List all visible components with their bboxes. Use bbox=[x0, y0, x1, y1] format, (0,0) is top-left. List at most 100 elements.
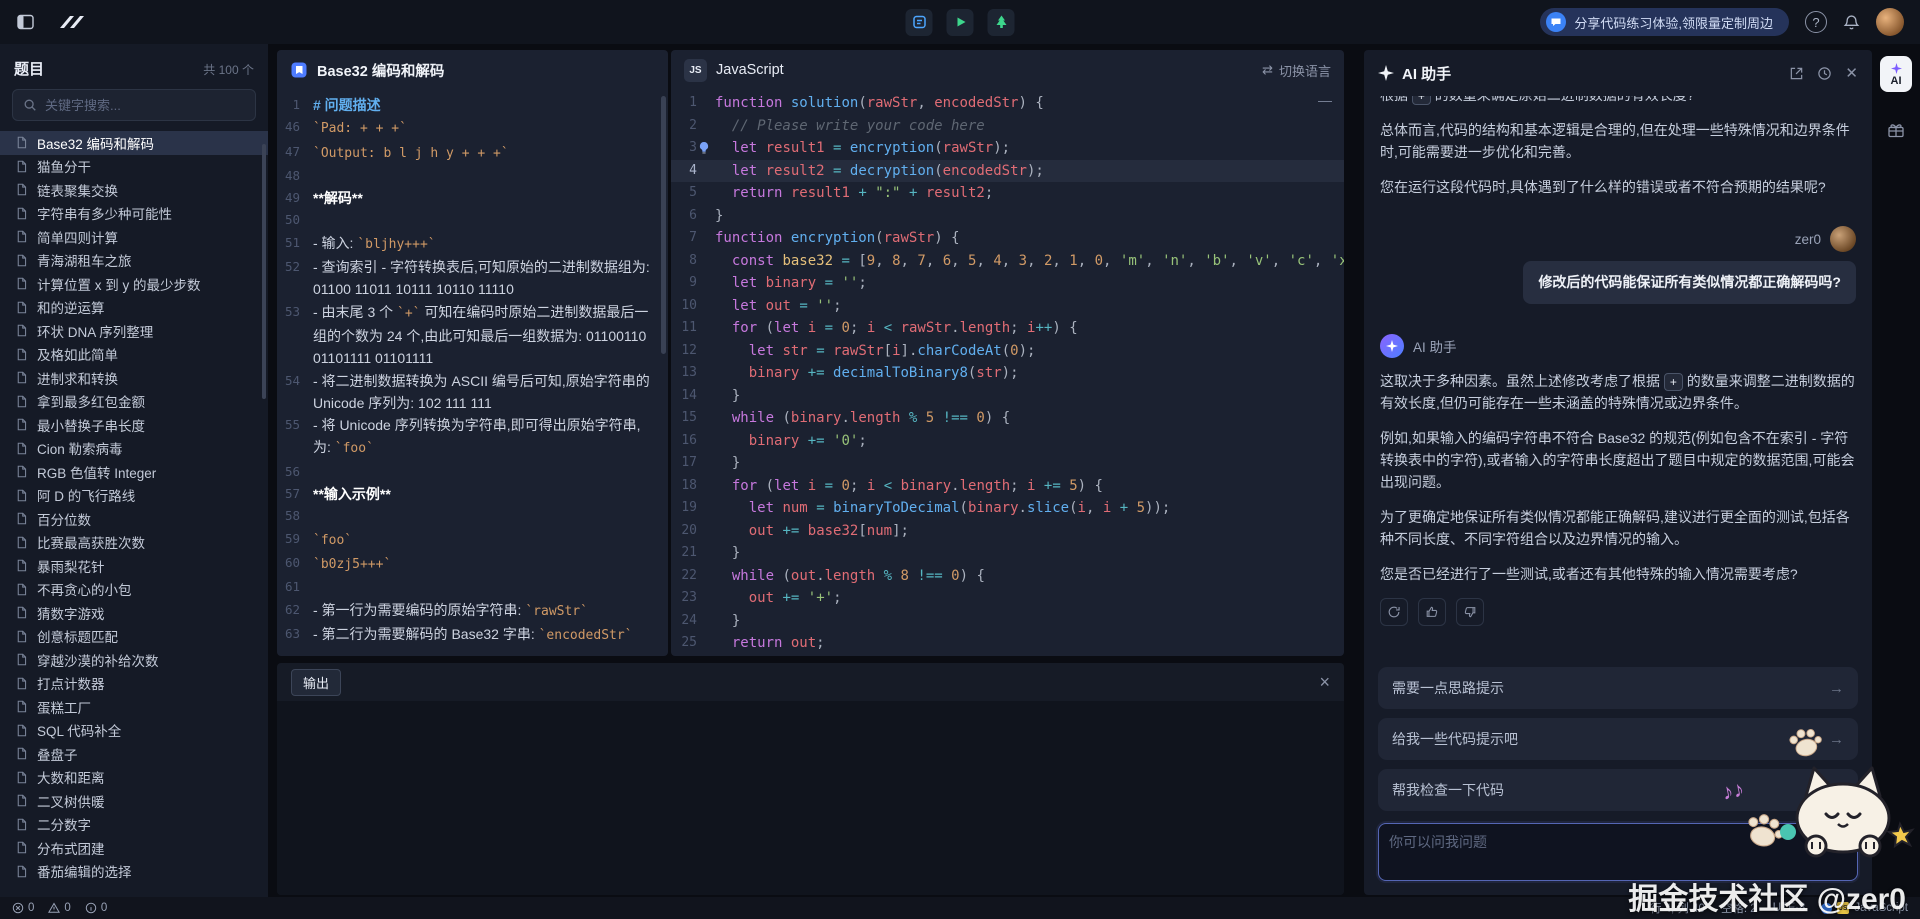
problem-list-item[interactable]: 二分数字 bbox=[0, 813, 268, 837]
problem-list-item[interactable]: 叠盘子 bbox=[0, 742, 268, 766]
code-line[interactable]: 5 return result1 + ":" + result2; bbox=[671, 182, 1344, 205]
problems-infos[interactable]: 0 bbox=[85, 902, 107, 914]
problem-list-item[interactable]: 最小替换子串长度 bbox=[0, 413, 268, 437]
code-line[interactable]: 20 out += base32[num]; bbox=[671, 520, 1344, 543]
problem-list-item[interactable]: 简单四则计算 bbox=[0, 225, 268, 249]
problem-list-item[interactable]: 百分位数 bbox=[0, 507, 268, 531]
output-tab[interactable]: 输出 bbox=[291, 669, 341, 696]
code-line[interactable]: 19 let num = binaryToDecimal(binary.slic… bbox=[671, 497, 1344, 520]
code-line[interactable]: 23 out += '+'; bbox=[671, 587, 1344, 610]
problem-list-item[interactable]: 拿到最多红包金额 bbox=[0, 390, 268, 414]
line-number: 23 bbox=[671, 587, 715, 610]
code-editor[interactable]: — 1function solution(rawStr, encodedStr)… bbox=[671, 90, 1344, 656]
problem-scrollbar[interactable] bbox=[661, 96, 666, 354]
problem-list-item[interactable]: 穿越沙漠的补给次数 bbox=[0, 648, 268, 672]
problem-list-item[interactable]: 猜数字游戏 bbox=[0, 601, 268, 625]
code-line[interactable]: 24 } bbox=[671, 610, 1344, 633]
problem-list-item[interactable]: 和的逆运算 bbox=[0, 296, 268, 320]
submit-button[interactable] bbox=[988, 9, 1015, 36]
search-input[interactable] bbox=[45, 98, 245, 113]
problem-list-item[interactable]: 二叉树供暖 bbox=[0, 789, 268, 813]
help-button[interactable]: ? bbox=[1805, 11, 1827, 33]
thumbs-down-button[interactable] bbox=[1456, 598, 1484, 626]
problem-list-item[interactable]: 猫鱼分干 bbox=[0, 155, 268, 179]
problem-list-item[interactable]: 打点计数器 bbox=[0, 672, 268, 696]
problem-list-item[interactable]: Base32 编码和解码 bbox=[0, 131, 268, 155]
code-line[interactable]: 9 let binary = ''; bbox=[671, 272, 1344, 295]
rewards-icon[interactable] bbox=[1886, 120, 1906, 140]
ai-question-input[interactable] bbox=[1389, 832, 1847, 872]
code-line[interactable]: 15 while (binary.length % 5 !== 0) { bbox=[671, 407, 1344, 430]
problem-list-item[interactable]: 分布式团建 bbox=[0, 836, 268, 860]
problem-list-item[interactable]: 大数和距离 bbox=[0, 766, 268, 790]
code-line[interactable]: 2 // Please write your code here bbox=[671, 115, 1344, 138]
indentation-setting[interactable]: 空格: 2 bbox=[1721, 900, 1757, 916]
code-line[interactable]: 10 let out = ''; bbox=[671, 295, 1344, 318]
code-line[interactable]: 11 for (let i = 0; i < rawStr.length; i+… bbox=[671, 317, 1344, 340]
problem-list-item[interactable]: 环状 DNA 序列整理 bbox=[0, 319, 268, 343]
problem-list-item[interactable]: 番茄编辑的选择 bbox=[0, 860, 268, 884]
notifications-button[interactable] bbox=[1843, 14, 1860, 31]
switch-language-button[interactable]: ⇄ 切换语言 bbox=[1262, 61, 1331, 80]
code-line[interactable]: 14 } bbox=[671, 385, 1344, 408]
sidebar-scrollbar[interactable] bbox=[262, 144, 266, 399]
suggestion-hint-button[interactable]: 需要一点思路提示 → bbox=[1378, 667, 1858, 709]
problems-warnings[interactable]: 0 bbox=[48, 902, 70, 914]
problem-list-item[interactable]: Cion 勒索病毒 bbox=[0, 437, 268, 461]
code-line[interactable]: 7function encryption(rawStr) { bbox=[671, 227, 1344, 250]
sidebar-toggle-button[interactable] bbox=[16, 14, 35, 30]
language-mode[interactable]: JS JavaScript bbox=[1821, 902, 1908, 914]
code-line[interactable]: 16 binary += '0'; bbox=[671, 430, 1344, 453]
code-line[interactable]: 6} bbox=[671, 205, 1344, 228]
problem-list-item[interactable]: 创意标题匹配 bbox=[0, 625, 268, 649]
line-number: 55 bbox=[277, 414, 313, 461]
code-line[interactable]: 22 while (out.length % 8 !== 0) { bbox=[671, 565, 1344, 588]
ai-assistant-panel: AI 助手 ✕ 根据 + 的数量来确定原始二进制数据的有效长度?总体而言,代码的… bbox=[1364, 50, 1872, 895]
run-button[interactable] bbox=[947, 9, 974, 36]
code-line[interactable]: 13 binary += decimalToBinary8(str); bbox=[671, 362, 1344, 385]
problem-list-item[interactable]: 及格如此简单 bbox=[0, 343, 268, 367]
code-line[interactable]: 17 } bbox=[671, 452, 1344, 475]
problem-list-item[interactable]: SQL 代码补全 bbox=[0, 719, 268, 743]
code-line[interactable]: 12 let str = rawStr[i].charCodeAt(0); bbox=[671, 340, 1344, 363]
suggestion-code-hint-button[interactable]: 给我一些代码提示吧 → bbox=[1378, 718, 1858, 760]
suggestion-check-code-button[interactable]: 帮我检查一下代码 → bbox=[1378, 769, 1858, 811]
search-icon bbox=[23, 98, 37, 112]
code-line[interactable]: 25 return out; bbox=[671, 632, 1344, 655]
regenerate-button[interactable] bbox=[1380, 598, 1408, 626]
problem-list-item[interactable]: 不再贪心的小包 bbox=[0, 578, 268, 602]
share-banner[interactable]: 分享代码练习体验,领限量定制周边 bbox=[1540, 8, 1789, 36]
code-line[interactable]: 18 for (let i = 0; i < binary.length; i … bbox=[671, 475, 1344, 498]
lightbulb-icon[interactable] bbox=[698, 141, 710, 155]
history-icon[interactable] bbox=[1817, 66, 1832, 81]
code-line[interactable]: 1function solution(rawStr, encodedStr) { bbox=[671, 92, 1344, 115]
problem-list-item[interactable]: RGB 色值转 Integer bbox=[0, 460, 268, 484]
problem-list-item[interactable]: 蛋糕工厂 bbox=[0, 695, 268, 719]
problem-list-item[interactable]: 链表聚集交换 bbox=[0, 178, 268, 202]
close-output-icon[interactable]: × bbox=[1319, 673, 1330, 691]
user-avatar[interactable] bbox=[1876, 8, 1904, 36]
problem-list-item[interactable]: 比赛最高获胜次数 bbox=[0, 531, 268, 555]
code-line[interactable]: 21 } bbox=[671, 542, 1344, 565]
problem-list-item[interactable]: 暴雨梨花针 bbox=[0, 554, 268, 578]
problem-list-item[interactable]: 计算位置 x 到 y 的最少步数 bbox=[0, 272, 268, 296]
search-box[interactable] bbox=[12, 89, 256, 121]
problem-list-item[interactable]: 字符串有多少种可能性 bbox=[0, 202, 268, 226]
format-code-button[interactable] bbox=[906, 9, 933, 36]
problems-errors[interactable]: 0 bbox=[12, 902, 34, 914]
encoding-setting[interactable]: UTF-8 bbox=[1773, 902, 1806, 914]
code-line[interactable]: 8 const base32 = [9, 8, 7, 6, 5, 4, 3, 2… bbox=[671, 250, 1344, 273]
ai-assistant-toggle-button[interactable]: AI bbox=[1880, 56, 1912, 92]
problem-sidebar: 题目 共 100 个 Base32 编码和解码猫鱼分干链表聚集交换字符串有多少种… bbox=[0, 44, 268, 897]
code-line[interactable]: 3 let result1 = encryption(rawStr); bbox=[671, 137, 1344, 160]
fold-indicator-icon[interactable]: — bbox=[1318, 92, 1332, 108]
open-chat-icon[interactable] bbox=[1789, 66, 1804, 81]
problem-list-item[interactable]: 进制求和转换 bbox=[0, 366, 268, 390]
thumbs-up-button[interactable] bbox=[1418, 598, 1446, 626]
problem-list-item[interactable]: 青海湖租车之旅 bbox=[0, 249, 268, 273]
problem-list-item[interactable]: 阿 D 的飞行路线 bbox=[0, 484, 268, 508]
code-line[interactable]: 4 let result2 = decryption(encodedStr); bbox=[671, 160, 1344, 183]
cursor-position[interactable]: 行 4, 列 40 bbox=[1650, 900, 1705, 916]
juejin-logo-icon[interactable] bbox=[53, 13, 87, 31]
close-ai-panel-icon[interactable]: ✕ bbox=[1845, 64, 1858, 82]
